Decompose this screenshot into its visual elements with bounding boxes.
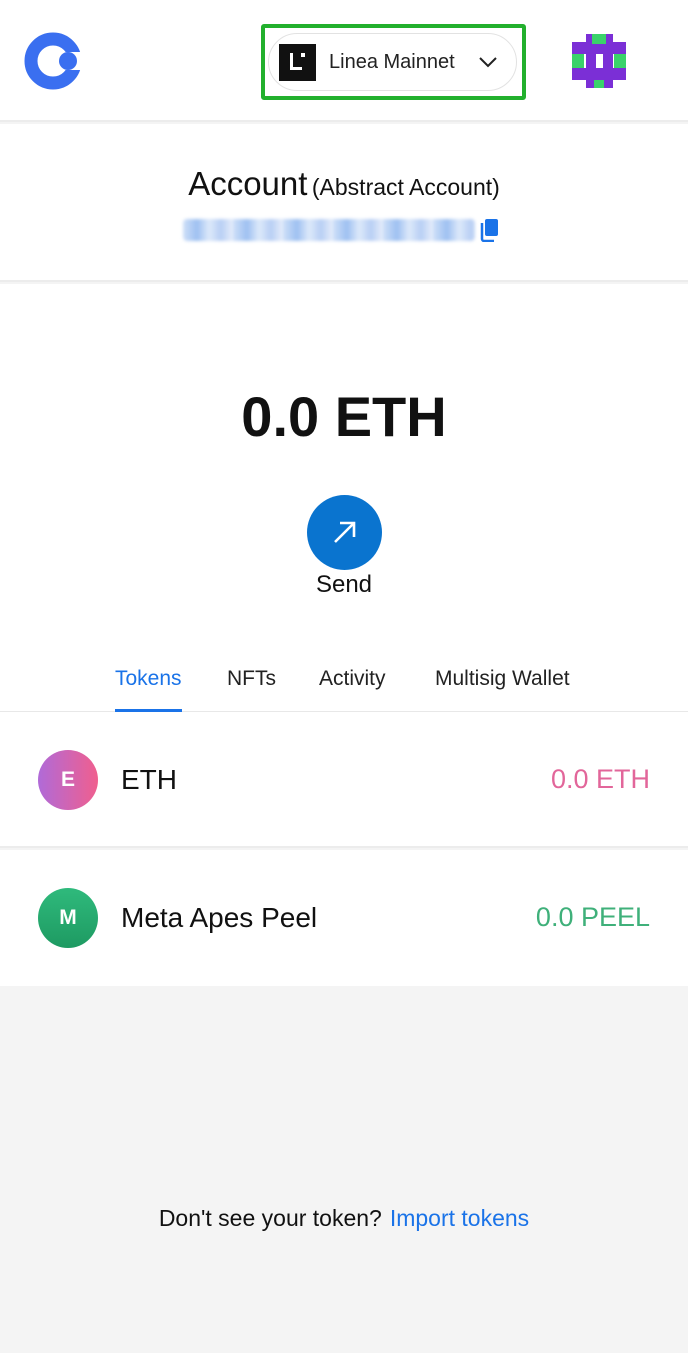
account-type: (Abstract Account) (311, 174, 500, 200)
account-address[interactable] (183, 218, 503, 242)
account-info: Account (Abstract Account) (0, 124, 688, 282)
token-balance: 0.0 PEEL (535, 902, 650, 932)
app-logo-icon[interactable] (24, 32, 82, 90)
tab-multisig-wallet[interactable]: Multisig Wallet (435, 662, 570, 712)
chevron-down-icon (479, 57, 497, 68)
import-tokens-link[interactable]: Import tokens (390, 1205, 529, 1231)
token-row-peel[interactable]: M Meta Apes Peel 0.0 PEEL (0, 850, 688, 986)
tab-nfts[interactable]: NFTs (227, 662, 276, 712)
import-prompt-text: Don't see your token? (158, 1205, 382, 1231)
account-name: Account (188, 165, 308, 202)
asset-tabs: Tokens NFTs Activity Multisig Wallet (0, 662, 688, 712)
copy-icon[interactable] (479, 218, 499, 242)
tab-tokens[interactable]: Tokens (115, 662, 182, 712)
token-icon-peel: M (38, 888, 98, 948)
wallet-main: 0.0 ETH Send Tokens NFTs Activity Multis… (0, 284, 688, 712)
token-icon-eth: E (38, 750, 98, 810)
arrow-up-right-icon (334, 521, 356, 543)
linea-logo-icon (279, 43, 316, 81)
tab-activity[interactable]: Activity (319, 662, 386, 712)
network-name: Linea Mainnet (329, 50, 455, 73)
token-name: ETH (121, 764, 177, 795)
send-button[interactable] (307, 495, 382, 570)
app-header: Linea Mainnet (0, 0, 688, 122)
token-balance: 0.0 ETH (550, 764, 650, 794)
token-row-eth[interactable]: E ETH 0.0 ETH (0, 712, 688, 848)
account-avatar-icon[interactable] (572, 34, 626, 88)
token-name: Meta Apes Peel (121, 902, 318, 933)
network-selector[interactable]: Linea Mainnet (268, 33, 517, 91)
send-label: Send (315, 571, 373, 598)
account-title: Account (Abstract Account) (0, 165, 688, 203)
address-redacted (183, 219, 475, 241)
total-balance: 0.0 ETH (241, 385, 447, 448)
import-tokens-prompt: Don't see your token? Import tokens (0, 1205, 688, 1232)
